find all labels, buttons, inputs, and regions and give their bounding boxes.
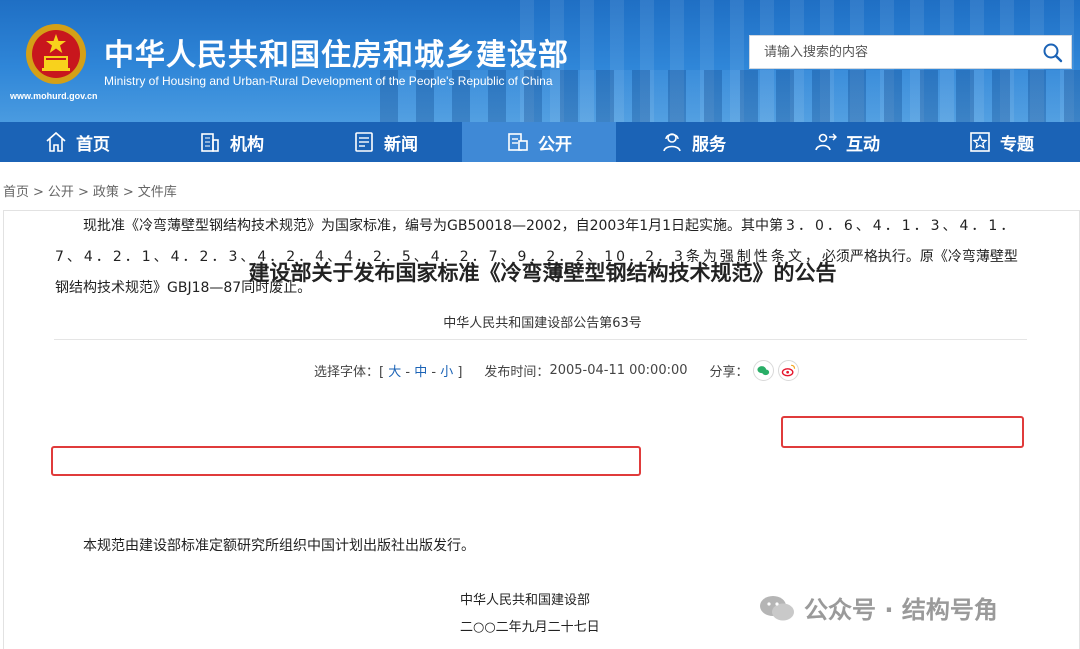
paragraph-text: 现批准《冷弯薄壁型钢结构技术规范》为国家标准，编号为GB50018—2002，自… bbox=[83, 218, 770, 234]
nav-label: 首页 bbox=[76, 134, 110, 155]
breadcrumb-home[interactable]: 首页 bbox=[3, 185, 29, 200]
signature-org: 中华人民共和国建设部 bbox=[460, 593, 591, 608]
nav-item-public[interactable]: 公开 bbox=[462, 122, 616, 162]
nav-label: 公开 bbox=[538, 134, 572, 155]
article-paragraph: 本规范由建设部标准定额研究所组织中国计划出版社出版发行。 bbox=[83, 538, 475, 554]
article-subtitle: 中华人民共和国建设部公告第63号 bbox=[443, 316, 642, 331]
nav-item-org[interactable]: 机构 bbox=[154, 122, 308, 162]
breadcrumb-separator: > bbox=[77, 185, 89, 200]
national-emblem-icon[interactable] bbox=[24, 22, 88, 86]
font-size-selector: 选择字体：[ 大 - 中 - 小 ] bbox=[314, 365, 463, 380]
weibo-icon[interactable] bbox=[777, 360, 799, 381]
site-url[interactable]: www.mohurd.gov.cn bbox=[10, 91, 98, 101]
watermark-text: 公众号 · 结构号角 bbox=[804, 596, 998, 624]
breadcrumb-public[interactable]: 公开 bbox=[48, 185, 74, 200]
nav-label: 服务 bbox=[692, 134, 726, 155]
font-size-large[interactable]: 大 bbox=[388, 365, 401, 380]
breadcrumb-policy[interactable]: 政策 bbox=[93, 185, 119, 200]
signature-date: 二○○二年九月二十七日 bbox=[460, 620, 600, 635]
nav-item-home[interactable]: 首页 bbox=[0, 122, 154, 162]
search-icon[interactable] bbox=[1041, 41, 1065, 65]
service-icon bbox=[663, 133, 681, 152]
divider bbox=[54, 339, 1027, 340]
share-label: 分享： bbox=[709, 365, 749, 380]
wechat-icon[interactable] bbox=[752, 360, 774, 381]
public-icon bbox=[508, 133, 528, 151]
article-meta: 选择字体：[ 大 - 中 - 小 ] 发布时间： 2005-04-11 00:0… bbox=[314, 360, 799, 381]
site-subtitle: Ministry of Housing and Urban-Rural Deve… bbox=[104, 74, 553, 88]
breadcrumb-separator: > bbox=[122, 185, 134, 200]
font-size-close: ] bbox=[457, 365, 463, 380]
mandatory-clauses-text: 4．2．1、4．2．3、4．2．4、4．2．5、4．2．7、9．2．2、10．2… bbox=[83, 249, 822, 265]
breadcrumb-library[interactable]: 文件库 bbox=[138, 185, 177, 200]
highlight-box bbox=[781, 416, 1024, 448]
star-icon bbox=[970, 132, 990, 152]
nav-item-topic[interactable]: 专题 bbox=[924, 122, 1078, 162]
breadcrumb-separator: > bbox=[33, 185, 44, 200]
nav-label: 新闻 bbox=[384, 134, 418, 155]
publish-time: 2005-04-11 00:00:00 bbox=[549, 363, 688, 378]
main-nav: 首页 机构 新闻 公开 服务 互动 专题 bbox=[0, 122, 1080, 162]
home-icon bbox=[46, 131, 66, 152]
wechat-logo-icon bbox=[760, 595, 794, 620]
news-icon bbox=[355, 132, 373, 152]
nav-item-service[interactable]: 服务 bbox=[616, 122, 770, 162]
font-size-medium[interactable]: 中 bbox=[414, 365, 427, 380]
nav-label: 机构 bbox=[230, 134, 264, 155]
nav-item-news[interactable]: 新闻 bbox=[308, 122, 462, 162]
nav-label: 专题 bbox=[1000, 134, 1034, 155]
watermark: 公众号 · 结构号角 bbox=[758, 590, 998, 625]
highlight-box bbox=[51, 446, 641, 476]
interact-icon bbox=[815, 133, 837, 151]
font-size-small[interactable]: 小 bbox=[440, 365, 453, 380]
search-box bbox=[749, 35, 1072, 69]
building-icon bbox=[201, 133, 219, 152]
article-paragraph: 现批准《冷弯薄壁型钢结构技术规范》为国家标准，编号为GB50018—2002，自… bbox=[55, 211, 1030, 304]
site-header: www.mohurd.gov.cn 中华人民共和国住房和城乡建设部 Minist… bbox=[0, 0, 1080, 122]
search-input[interactable] bbox=[750, 36, 1030, 68]
nav-label: 互动 bbox=[846, 134, 880, 155]
font-size-label: 选择字体：[ bbox=[314, 365, 385, 380]
breadcrumb: 首页 > 公开 > 政策 > 文件库 bbox=[3, 181, 177, 200]
nav-item-interact[interactable]: 互动 bbox=[770, 122, 924, 162]
site-title[interactable]: 中华人民共和国住房和城乡建设部 bbox=[104, 30, 569, 74]
publish-label: 发布时间： bbox=[484, 365, 550, 380]
